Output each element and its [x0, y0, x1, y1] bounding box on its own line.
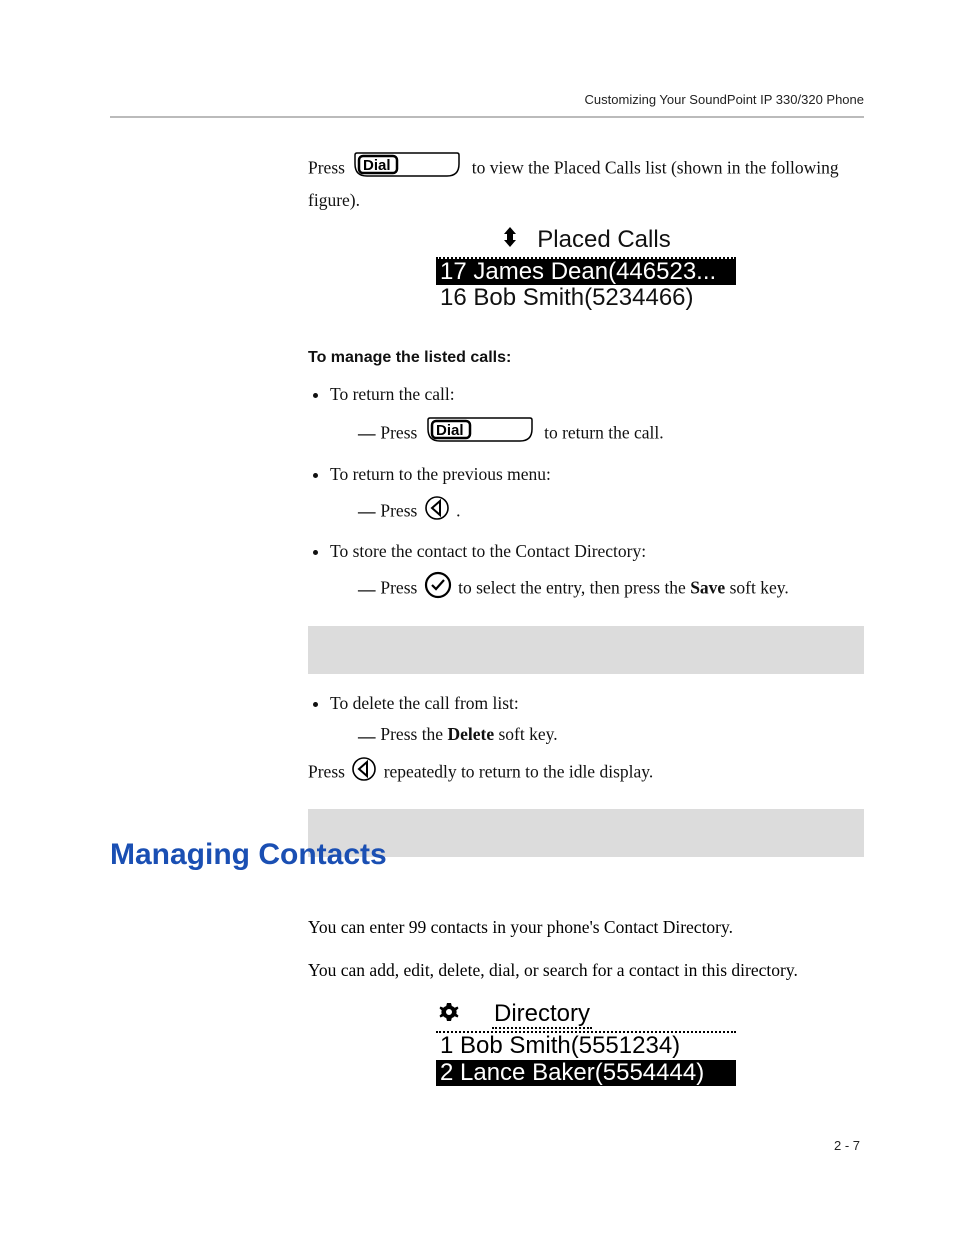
note-placeholder-1	[308, 626, 864, 674]
placed-calls-row-2: 16 Bob Smith(5234466)	[436, 285, 736, 311]
return-idle-paragraph: Press repeatedly to return to the idle d…	[308, 756, 864, 791]
note-placeholder-2	[308, 809, 864, 857]
delete-press-after: soft key.	[498, 724, 557, 744]
dial-softkey-icon: Dial	[426, 415, 534, 452]
bullet-store-contact: To store the contact to the Contact Dire…	[330, 540, 864, 608]
manage-calls-list: To return the call: — Press Dial to retu…	[330, 383, 864, 608]
press-dial-paragraph: Press Dial to view the Placed Calls list…	[308, 150, 864, 212]
store-press-before: Press	[380, 577, 421, 597]
return-call-text: To return the call:	[330, 384, 455, 404]
directory-screenshot: Directory 1 Bob Smith(5551234) 2 Lance B…	[308, 1001, 864, 1086]
body-column: Press Dial to view the Placed Calls list…	[308, 150, 864, 875]
return-call-press-after: to return the call.	[544, 422, 664, 442]
check-button-icon	[424, 571, 452, 606]
dash-icon: —	[358, 422, 376, 446]
running-header: Customizing Your SoundPoint IP 330/320 P…	[585, 92, 864, 107]
left-arrow-button-icon	[424, 495, 450, 528]
dash-icon: —	[358, 500, 376, 524]
managing-contacts-heading: Managing Contacts	[110, 838, 387, 872]
managing-contacts-body: You can enter 99 contacts in your phone'…	[308, 896, 864, 1104]
dial-key-label: Dial	[436, 422, 464, 439]
manage-calls-list-2: To delete the call from list: — Press th…	[330, 692, 864, 748]
return-idle-before: Press	[308, 762, 349, 782]
save-word: Save	[690, 577, 725, 597]
directory-row-2-selected: 2 Lance Baker(5554444)	[436, 1060, 736, 1086]
delete-call-text: To delete the call from list:	[330, 693, 519, 713]
delete-press-before: Press the	[380, 724, 447, 744]
scroll-arrows-icon	[501, 226, 519, 254]
store-press-mid: to select the entry, then press the	[458, 577, 690, 597]
bullet-return-call: To return the call: — Press Dial to retu…	[330, 383, 864, 453]
store-contact-text: To store the contact to the Contact Dire…	[330, 541, 646, 561]
dial-key-label: Dial	[363, 157, 391, 174]
page-number: 2 - 7	[834, 1138, 860, 1153]
placed-calls-title: Placed Calls	[537, 227, 670, 253]
placed-calls-screenshot: Placed Calls 17 James Dean(446523... 16 …	[308, 226, 864, 311]
dash-icon: —	[358, 578, 376, 602]
directory-title: Directory	[492, 1001, 592, 1029]
prev-menu-period: .	[456, 500, 460, 520]
contacts-p2: You can add, edit, delete, dial, or sear…	[308, 957, 864, 983]
prev-menu-press: Press	[380, 500, 421, 520]
bullet-delete-call: To delete the call from list: — Press th…	[330, 692, 864, 748]
manage-calls-heading: To manage the listed calls:	[308, 347, 864, 369]
header-rule	[110, 116, 864, 118]
dash-icon: —	[358, 725, 376, 749]
store-press-after: soft key.	[730, 577, 789, 597]
gear-icon	[438, 1001, 460, 1029]
contacts-p1: You can enter 99 contacts in your phone'…	[308, 914, 864, 940]
placed-calls-row-1: 17 James Dean(446523...	[436, 259, 736, 285]
return-idle-after: repeatedly to return to the idle display…	[384, 762, 654, 782]
dial-softkey-icon: Dial	[353, 150, 461, 187]
directory-row-1: 1 Bob Smith(5551234)	[436, 1033, 736, 1059]
prev-menu-text: To return to the previous menu:	[330, 464, 551, 484]
press-dial-before: Press	[308, 157, 349, 177]
return-call-press-before: Press	[380, 422, 421, 442]
left-arrow-button-icon	[351, 756, 377, 789]
bullet-prev-menu: To return to the previous menu: — Press …	[330, 463, 864, 529]
delete-word: Delete	[447, 724, 494, 744]
